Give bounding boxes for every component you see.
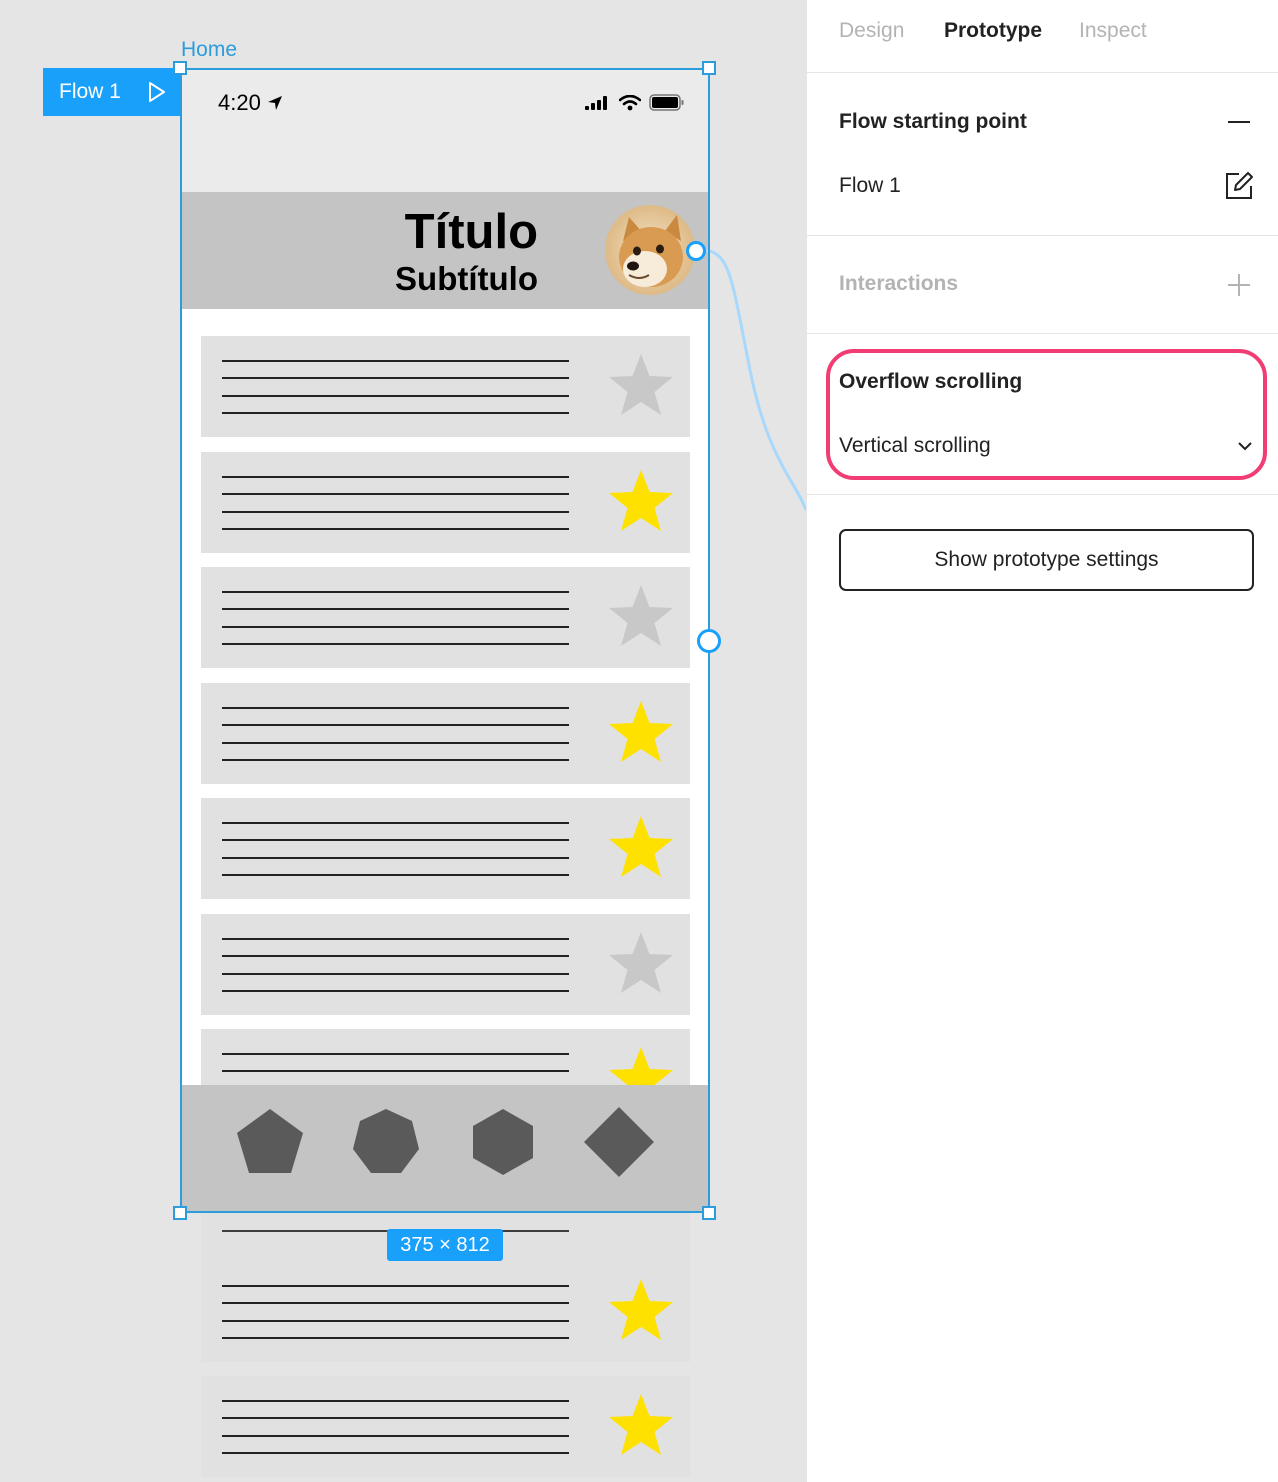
list-item[interactable]	[201, 336, 690, 437]
text-placeholder-lines	[222, 360, 569, 415]
list-item[interactable]	[201, 1261, 690, 1362]
text-placeholder-lines	[222, 475, 569, 531]
connection-node-avatar[interactable]	[686, 241, 706, 261]
divider	[807, 235, 1278, 236]
tab-inspect[interactable]: Inspect	[1079, 19, 1147, 43]
star-icon[interactable]	[606, 351, 676, 421]
star-icon[interactable]	[606, 1276, 676, 1346]
app-header: Título Subtítulo	[180, 192, 710, 309]
phone-frame[interactable]: 4:20 Título Subtítulo	[180, 68, 710, 1213]
flow-tag-label: Flow 1	[59, 80, 121, 103]
connection-add-node[interactable]	[697, 629, 721, 653]
interactions-title: Interactions	[839, 272, 959, 295]
status-time-text: 4:20	[218, 90, 261, 115]
properties-panel: Design Prototype Inspect Flow starting p…	[806, 0, 1278, 1482]
chevron-down-icon[interactable]	[1237, 440, 1253, 452]
star-icon[interactable]	[606, 467, 676, 537]
star-icon[interactable]	[606, 698, 676, 768]
prototype-connection[interactable]	[690, 240, 806, 520]
overflow-section-title: Overflow scrolling	[839, 370, 1023, 393]
cellular-signal-icon	[585, 95, 607, 110]
list-item[interactable]	[201, 913, 690, 1015]
panel-tabs: Design Prototype Inspect	[807, 0, 1278, 73]
frame-name-label[interactable]: Home	[181, 38, 237, 62]
list-item[interactable]	[201, 1376, 690, 1477]
tab-bar	[180, 1085, 710, 1213]
diamond-icon[interactable]	[584, 1107, 654, 1177]
text-placeholder-lines	[222, 1400, 569, 1455]
flow-section-title: Flow starting point	[839, 110, 1027, 133]
show-prototype-settings-button[interactable]: Show prototype settings	[839, 529, 1254, 591]
resize-handle-bottom-right[interactable]	[702, 1206, 716, 1220]
text-placeholder-lines	[222, 937, 569, 993]
page-title: Título	[404, 205, 538, 259]
resize-handle-bottom-left[interactable]	[173, 1206, 187, 1220]
edit-icon[interactable]	[1223, 170, 1255, 202]
list-item[interactable]	[201, 798, 690, 899]
status-bar: 4:20	[180, 68, 710, 192]
list-item[interactable]	[201, 682, 690, 784]
list-item[interactable]	[201, 567, 690, 668]
frame-size-badge: 375 × 812	[387, 1229, 503, 1261]
star-icon[interactable]	[606, 1391, 676, 1461]
list-item[interactable]	[201, 451, 690, 553]
page-subtitle: Subtítulo	[395, 260, 538, 297]
battery-icon	[649, 94, 684, 111]
overflow-select[interactable]: Vertical scrolling	[839, 434, 991, 458]
divider	[807, 494, 1278, 495]
status-time: 4:20	[218, 90, 283, 116]
text-placeholder-lines	[222, 706, 569, 762]
flow-name[interactable]: Flow 1	[839, 174, 901, 198]
remove-flow-icon[interactable]	[1227, 114, 1251, 130]
hexagon-icon[interactable]	[468, 1107, 538, 1177]
star-icon[interactable]	[606, 582, 676, 652]
wifi-icon	[619, 94, 641, 110]
pentagon-icon[interactable]	[235, 1107, 305, 1177]
resize-handle-top-right[interactable]	[702, 61, 716, 75]
dog-avatar-image	[605, 205, 695, 295]
add-interaction-icon[interactable]	[1227, 273, 1251, 297]
play-icon[interactable]	[147, 81, 167, 103]
location-arrow-icon	[267, 96, 282, 110]
text-placeholder-lines	[222, 591, 569, 646]
highlight-annotation	[826, 349, 1267, 480]
tab-design[interactable]: Design	[839, 19, 904, 43]
text-placeholder-lines	[222, 822, 569, 877]
divider	[807, 333, 1278, 334]
resize-handle-top-left[interactable]	[173, 61, 187, 75]
text-placeholder-lines	[222, 1285, 569, 1340]
tab-prototype[interactable]: Prototype	[944, 19, 1042, 43]
star-icon[interactable]	[606, 929, 676, 999]
heptagon-icon[interactable]	[351, 1107, 421, 1177]
avatar[interactable]	[605, 205, 695, 295]
design-canvas[interactable]: Home Flow 1 4:20 Título Subtítulo 375 × …	[0, 0, 806, 1482]
flow-start-tag[interactable]: Flow 1	[43, 68, 180, 116]
star-icon[interactable]	[606, 813, 676, 883]
